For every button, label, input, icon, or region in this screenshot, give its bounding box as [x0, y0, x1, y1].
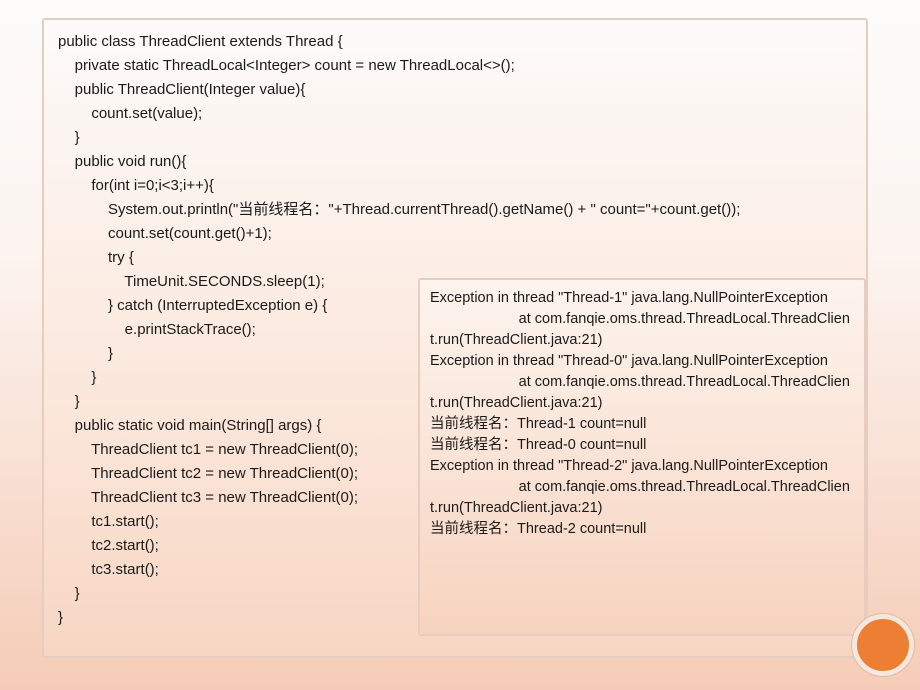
- output-box: Exception in thread "Thread-1" java.lang…: [418, 278, 866, 636]
- corner-decoration-circle: [852, 614, 914, 676]
- output-content: Exception in thread "Thread-1" java.lang…: [430, 288, 854, 540]
- slide: public class ThreadClient extends Thread…: [0, 0, 920, 690]
